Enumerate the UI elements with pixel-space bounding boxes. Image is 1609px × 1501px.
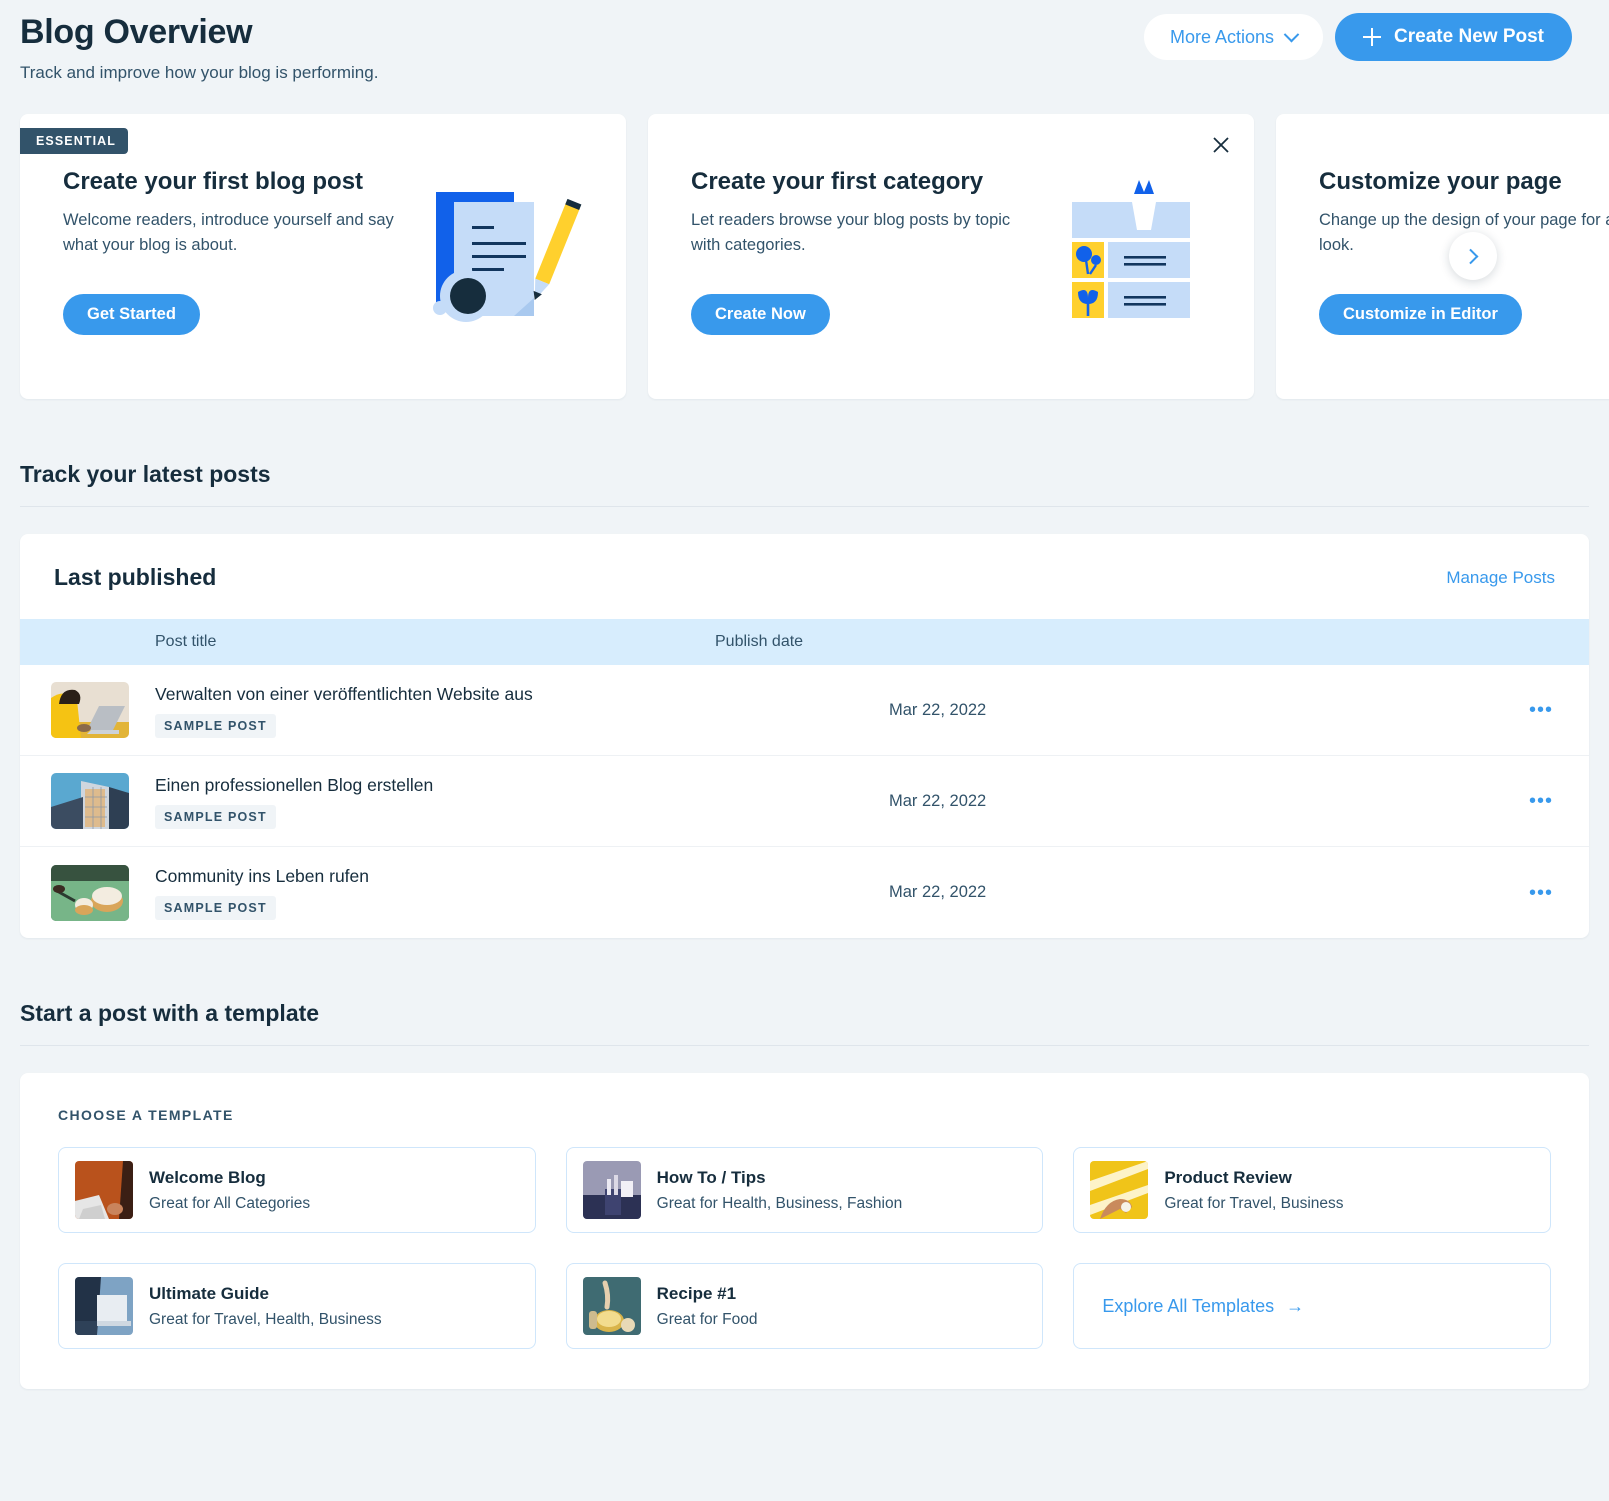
customize-in-editor-button[interactable]: Customize in Editor <box>1319 294 1522 335</box>
create-new-post-label: Create New Post <box>1394 26 1544 47</box>
promo-card-customize-page[interactable]: Customize your page Change up the design… <box>1276 114 1609 399</box>
post-info: Community ins Leben rufen SAMPLE POST <box>129 865 959 920</box>
template-card-recipe-1[interactable]: Recipe #1 Great for Food <box>565 1263 1044 1349</box>
templates-grid: Welcome Blog Great for All Categories Ho… <box>58 1147 1551 1349</box>
post-title: Verwalten von einer veröffentlichten Web… <box>155 683 533 704</box>
template-name: Welcome Blog <box>149 1167 266 1187</box>
templates-section-header: Start a post with a template <box>20 1000 1589 1046</box>
status-badge: SAMPLE POST <box>155 896 276 920</box>
post-publish-date: Mar 22, 2022 <box>889 791 987 810</box>
post-info: Verwalten von einer veröffentlichten Web… <box>129 683 959 738</box>
template-card-welcome-blog[interactable]: Welcome Blog Great for All Categories <box>58 1147 536 1233</box>
template-card-product-review[interactable]: Product Review Great for Travel, Busines… <box>1073 1147 1551 1233</box>
promo-title: Create your first blog post <box>63 168 364 195</box>
template-thumbnail <box>582 1277 641 1335</box>
carousel-next-button[interactable] <box>1449 232 1497 280</box>
create-now-button[interactable]: Create Now <box>691 294 830 335</box>
template-card-how-to-tips[interactable]: How To / Tips Great for Health, Business… <box>565 1147 1044 1233</box>
table-row[interactable]: Einen professionellen Blog erstellen SAM… <box>20 756 1589 847</box>
promo-card-create-first-post[interactable]: ESSENTIAL Create your first blog post We… <box>20 114 626 399</box>
template-text: How To / Tips Great for Health, Business… <box>641 1167 903 1214</box>
explore-all-templates-card[interactable]: Explore All Templates → <box>1073 1263 1551 1349</box>
panel-header: Last published Manage Posts <box>20 534 1589 619</box>
posts-section-title: Track your latest posts <box>20 461 271 487</box>
chevron-down-icon <box>1283 26 1300 42</box>
more-actions-button[interactable]: More Actions <box>1144 14 1324 60</box>
row-more-options-icon[interactable]: ••• <box>1529 883 1589 903</box>
column-header-publish-date: Publish date <box>715 633 804 650</box>
template-text: Recipe #1 Great for Food <box>641 1283 758 1330</box>
template-subtitle: Great for All Categories <box>149 1194 311 1212</box>
template-subtitle: Great for Health, Business, Fashion <box>656 1194 903 1212</box>
chevron-right-icon <box>1462 248 1478 264</box>
template-thumbnail <box>1090 1161 1149 1219</box>
template-thumbnail <box>75 1277 133 1335</box>
column-header-post-title: Post title <box>155 633 217 650</box>
template-text: Product Review Great for Travel, Busines… <box>1148 1167 1343 1214</box>
promo-card-body: Create your first category Let readers b… <box>648 114 1254 335</box>
template-card-ultimate-guide[interactable]: Ultimate Guide Great for Travel, Health,… <box>58 1263 536 1349</box>
page-root: Blog Overview Track and improve how your… <box>0 0 1609 1389</box>
create-new-post-button[interactable]: Create New Post <box>1335 13 1572 61</box>
explore-all-templates-link[interactable]: Explore All Templates → <box>1102 1296 1304 1317</box>
post-thumbnail <box>51 773 129 829</box>
template-name: How To / Tips <box>656 1167 766 1187</box>
templates-section-title: Start a post with a template <box>20 1000 320 1026</box>
panel-title: Last published <box>54 564 217 590</box>
template-name: Recipe #1 <box>656 1283 737 1303</box>
template-text: Ultimate Guide Great for Travel, Health,… <box>133 1283 382 1330</box>
row-more-options-icon[interactable]: ••• <box>1529 700 1589 720</box>
close-icon[interactable] <box>1210 134 1232 156</box>
promo-title: Create your first category <box>691 168 984 195</box>
row-more-options-icon[interactable]: ••• <box>1529 791 1589 811</box>
templates-panel: CHOOSE A TEMPLATE Welcome Blog Great for… <box>20 1073 1589 1389</box>
get-started-button[interactable]: Get Started <box>63 294 200 335</box>
promo-carousel: ESSENTIAL Create your first blog post We… <box>20 114 1609 399</box>
template-subtitle: Great for Travel, Business <box>1164 1194 1344 1212</box>
table-row[interactable]: Verwalten von einer veröffentlichten Web… <box>20 665 1589 756</box>
post-title: Einen professionellen Blog erstellen <box>155 774 434 795</box>
page-subtitle: Track and improve how your blog is perfo… <box>20 63 379 82</box>
post-publish-date: Mar 22, 2022 <box>889 883 987 901</box>
promo-card-body: Create your first blog post Welcome read… <box>20 114 626 335</box>
choose-a-template-label: CHOOSE A TEMPLATE <box>58 1107 234 1123</box>
post-info: Einen professionellen Blog erstellen SAM… <box>129 774 959 829</box>
explore-all-templates-label: Explore All Templates <box>1102 1295 1275 1316</box>
template-subtitle: Great for Food <box>656 1310 758 1328</box>
template-thumbnail <box>75 1161 133 1219</box>
divider <box>20 1045 1589 1046</box>
post-thumbnail <box>51 864 129 921</box>
manage-posts-link[interactable]: Manage Posts <box>1446 568 1555 588</box>
status-badge: SAMPLE POST <box>155 713 276 738</box>
more-actions-label: More Actions <box>1170 26 1275 47</box>
template-name: Product Review <box>1164 1167 1292 1187</box>
template-thumbnail <box>582 1161 641 1219</box>
post-title: Community ins Leben rufen <box>155 866 369 886</box>
arrow-right-icon: → <box>1286 1295 1305 1316</box>
header-actions: More Actions Create New Post <box>1144 13 1572 61</box>
status-badge: SAMPLE POST <box>155 804 276 829</box>
promo-card-create-first-category[interactable]: Create your first category Let readers b… <box>648 114 1254 399</box>
promo-description: Let readers browse your blog posts by to… <box>691 211 1011 254</box>
post-thumbnail <box>51 682 129 738</box>
page-header: Blog Overview Track and improve how your… <box>20 0 1589 112</box>
promo-card-body: Customize your page Change up the design… <box>1276 114 1609 335</box>
plus-icon <box>1363 28 1382 46</box>
promo-title: Customize your page <box>1319 168 1562 195</box>
last-published-panel: Last published Manage Posts Post title P… <box>20 534 1589 938</box>
template-subtitle: Great for Travel, Health, Business <box>149 1310 382 1328</box>
table-row[interactable]: Community ins Leben rufen SAMPLE POST Ma… <box>20 847 1589 938</box>
posts-section-header: Track your latest posts <box>20 461 1589 507</box>
template-name: Ultimate Guide <box>149 1283 269 1303</box>
post-publish-date: Mar 22, 2022 <box>889 700 987 719</box>
divider <box>20 506 1589 507</box>
posts-table-header: Post title Publish date <box>20 619 1589 665</box>
promo-description: Welcome readers, introduce yourself and … <box>63 211 394 254</box>
template-text: Welcome Blog Great for All Categories <box>133 1167 310 1214</box>
